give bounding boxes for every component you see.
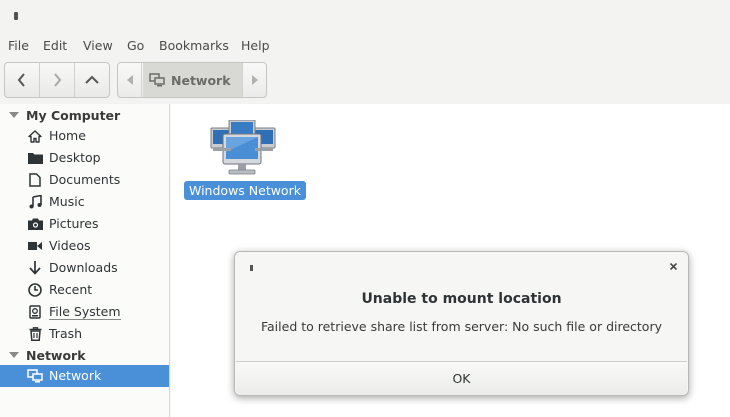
camera-icon bbox=[27, 217, 43, 231]
menu-bookmarks[interactable]: Bookmarks bbox=[159, 38, 229, 53]
triangle-right-icon bbox=[251, 75, 258, 85]
back-button[interactable] bbox=[5, 63, 40, 97]
dialog-title: Unable to mount location bbox=[361, 291, 562, 307]
menu-edit[interactable]: Edit bbox=[43, 38, 67, 53]
sidebar-item-label: Videos bbox=[49, 238, 91, 253]
sidebar-item-music[interactable]: Music bbox=[0, 191, 169, 213]
trash-icon bbox=[27, 327, 43, 341]
sidebar-item-label: Music bbox=[49, 194, 85, 209]
dialog-message: Failed to retrieve share list from serve… bbox=[260, 319, 662, 334]
file-item-label: Windows Network bbox=[184, 181, 306, 200]
sidebar-item-label: File System bbox=[49, 304, 121, 320]
path-bar: Network bbox=[117, 62, 267, 98]
menu-help[interactable]: Help bbox=[241, 38, 270, 53]
menu-bar: File Edit View Go Bookmarks Help bbox=[0, 34, 730, 58]
sidebar-item-label: Pictures bbox=[49, 216, 99, 231]
sidebar-section-network[interactable]: Network bbox=[0, 344, 169, 366]
download-icon bbox=[27, 261, 43, 275]
network-icon bbox=[27, 369, 43, 383]
sidebar-item-videos[interactable]: Videos bbox=[0, 235, 169, 257]
home-icon bbox=[27, 129, 43, 143]
sidebar-item-documents[interactable]: Documents bbox=[0, 169, 169, 191]
menu-go[interactable]: Go bbox=[127, 38, 144, 53]
forward-icon bbox=[54, 73, 62, 87]
sidebar-item-desktop[interactable]: Desktop bbox=[0, 147, 169, 169]
section-label: My Computer bbox=[26, 107, 121, 123]
section-label: Network bbox=[26, 347, 86, 363]
sidebar-item-label: Network bbox=[49, 368, 102, 383]
triangle-left-icon bbox=[126, 75, 133, 85]
sidebar-item-label: Desktop bbox=[49, 150, 101, 165]
back-icon bbox=[17, 73, 25, 87]
sidebar-item-network[interactable]: Network bbox=[0, 365, 169, 387]
close-icon bbox=[669, 262, 678, 271]
menu-view[interactable]: View bbox=[83, 38, 113, 53]
up-button[interactable] bbox=[75, 63, 109, 97]
sidebar-item-label: Recent bbox=[49, 282, 93, 297]
ok-button[interactable]: OK bbox=[236, 361, 687, 395]
sidebar: My Computer Home Desktop Documents Music… bbox=[0, 104, 170, 417]
sidebar-item-downloads[interactable]: Downloads bbox=[0, 257, 169, 279]
title-bar bbox=[0, 0, 730, 34]
path-crumb-label: Network bbox=[171, 72, 231, 88]
up-icon bbox=[85, 75, 99, 84]
sidebar-item-recent[interactable]: Recent bbox=[0, 279, 169, 301]
toolbar: Network bbox=[0, 58, 730, 104]
close-button[interactable] bbox=[669, 260, 678, 273]
sidebar-item-file-system[interactable]: File System bbox=[0, 301, 169, 323]
path-scroll-right-button[interactable] bbox=[242, 63, 266, 97]
drive-icon bbox=[27, 305, 43, 319]
error-dialog: Unable to mount location Failed to retri… bbox=[234, 251, 689, 396]
sidebar-section-my-computer[interactable]: My Computer bbox=[0, 104, 169, 126]
music-icon bbox=[27, 195, 43, 209]
sidebar-item-pictures[interactable]: Pictures bbox=[0, 213, 169, 235]
sidebar-item-home[interactable]: Home bbox=[0, 125, 169, 147]
desktop-folder-icon bbox=[27, 151, 43, 165]
sidebar-item-label: Home bbox=[49, 128, 86, 143]
sidebar-item-label: Downloads bbox=[49, 260, 118, 275]
clock-icon bbox=[27, 283, 43, 297]
expander-icon bbox=[9, 112, 19, 118]
window-icon bbox=[14, 12, 18, 20]
sidebar-item-trash[interactable]: Trash bbox=[0, 323, 169, 345]
path-scroll-left-button[interactable] bbox=[118, 63, 142, 97]
expander-icon bbox=[9, 352, 19, 358]
forward-button[interactable] bbox=[40, 63, 75, 97]
navigation-buttons bbox=[4, 62, 110, 98]
windows-network-icon bbox=[210, 120, 276, 175]
video-icon bbox=[27, 239, 43, 253]
network-icon bbox=[149, 73, 165, 87]
path-crumb-network[interactable]: Network bbox=[143, 63, 242, 97]
sidebar-item-label: Trash bbox=[49, 326, 83, 341]
document-icon bbox=[27, 173, 43, 187]
sidebar-item-label: Documents bbox=[49, 172, 121, 187]
dialog-window-icon bbox=[250, 265, 253, 271]
menu-file[interactable]: File bbox=[8, 38, 29, 53]
